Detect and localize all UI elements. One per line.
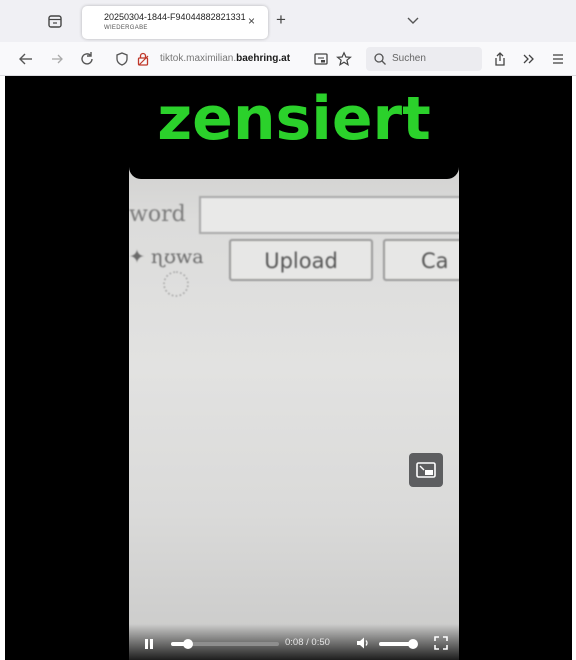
reader-view-icon[interactable]	[313, 51, 329, 72]
filmed-cancel-label: Ca	[421, 249, 449, 273]
censor-overlay: zensiert	[129, 76, 459, 179]
filmed-upload-button: Upload	[229, 239, 373, 281]
pause-icon	[145, 639, 153, 649]
overflow-chevrons-icon[interactable]	[519, 49, 539, 69]
pause-button[interactable]	[143, 637, 155, 649]
progress-slider[interactable]	[171, 639, 279, 649]
shield-icon[interactable]	[114, 51, 130, 72]
hamburger-menu-icon[interactable]	[548, 49, 568, 69]
search-icon	[373, 52, 387, 71]
active-tab[interactable]: 20250304-1844-F94044882821331 WIEDERGABE…	[82, 6, 268, 39]
volume-icon[interactable]	[355, 635, 371, 651]
picture-in-picture-button[interactable]	[409, 453, 443, 487]
page-viewport: word ✦ ɳʊwa Upload Ca zensiert 0:08 / 0:…	[5, 76, 572, 660]
progress-handle[interactable]	[183, 639, 194, 649]
video-controls: 0:08 / 0:50	[129, 624, 459, 660]
reload-icon[interactable]	[77, 49, 97, 69]
filmed-password-label: word	[129, 202, 186, 227]
new-tab-button[interactable]: +	[276, 11, 286, 29]
search-placeholder: Suchen	[392, 53, 426, 64]
forward-arrow-icon[interactable]	[47, 49, 67, 69]
url-bar[interactable]: tiktok.maximilian.baehring.at	[110, 47, 362, 71]
picture-in-picture-icon	[416, 462, 436, 478]
tab-close-button[interactable]: ×	[248, 14, 255, 28]
chevron-down-icon[interactable]	[406, 13, 420, 31]
current-time: 0:08	[285, 637, 304, 648]
volume-handle[interactable]	[408, 639, 419, 649]
censored-caption: zensiert	[157, 84, 431, 154]
lock-icon[interactable]	[136, 51, 150, 72]
fullscreen-icon[interactable]	[433, 635, 449, 651]
tab-subtitle: WIEDERGABE	[104, 25, 148, 31]
back-arrow-icon[interactable]	[16, 49, 36, 69]
filmed-cursor	[163, 271, 189, 297]
tab-list-icon[interactable]	[45, 11, 65, 31]
url-text: tiktok.maximilian.baehring.at	[160, 53, 290, 64]
filmed-cancel-button: Ca	[383, 239, 459, 281]
tab-bar: 20250304-1844-F94044882821331 WIEDERGABE…	[0, 0, 576, 42]
tab-title: 20250304-1844-F94044882821331	[104, 12, 246, 22]
navigation-bar: tiktok.maximilian.baehring.at Suchen	[0, 42, 576, 76]
share-icon[interactable]	[490, 49, 510, 69]
filmed-password-field	[199, 196, 459, 234]
filmed-file-label: ✦ ɳʊwa	[129, 246, 204, 268]
url-prefix: tiktok.maximilian.	[160, 53, 237, 64]
volume-slider[interactable]	[379, 639, 419, 649]
star-icon[interactable]	[336, 51, 352, 72]
search-bar[interactable]: Suchen	[366, 47, 482, 71]
duration: 0:50	[311, 637, 330, 648]
time-display: 0:08 / 0:50	[285, 637, 330, 648]
filmed-upload-label: Upload	[264, 249, 338, 273]
url-host: baehring.at	[236, 53, 291, 64]
